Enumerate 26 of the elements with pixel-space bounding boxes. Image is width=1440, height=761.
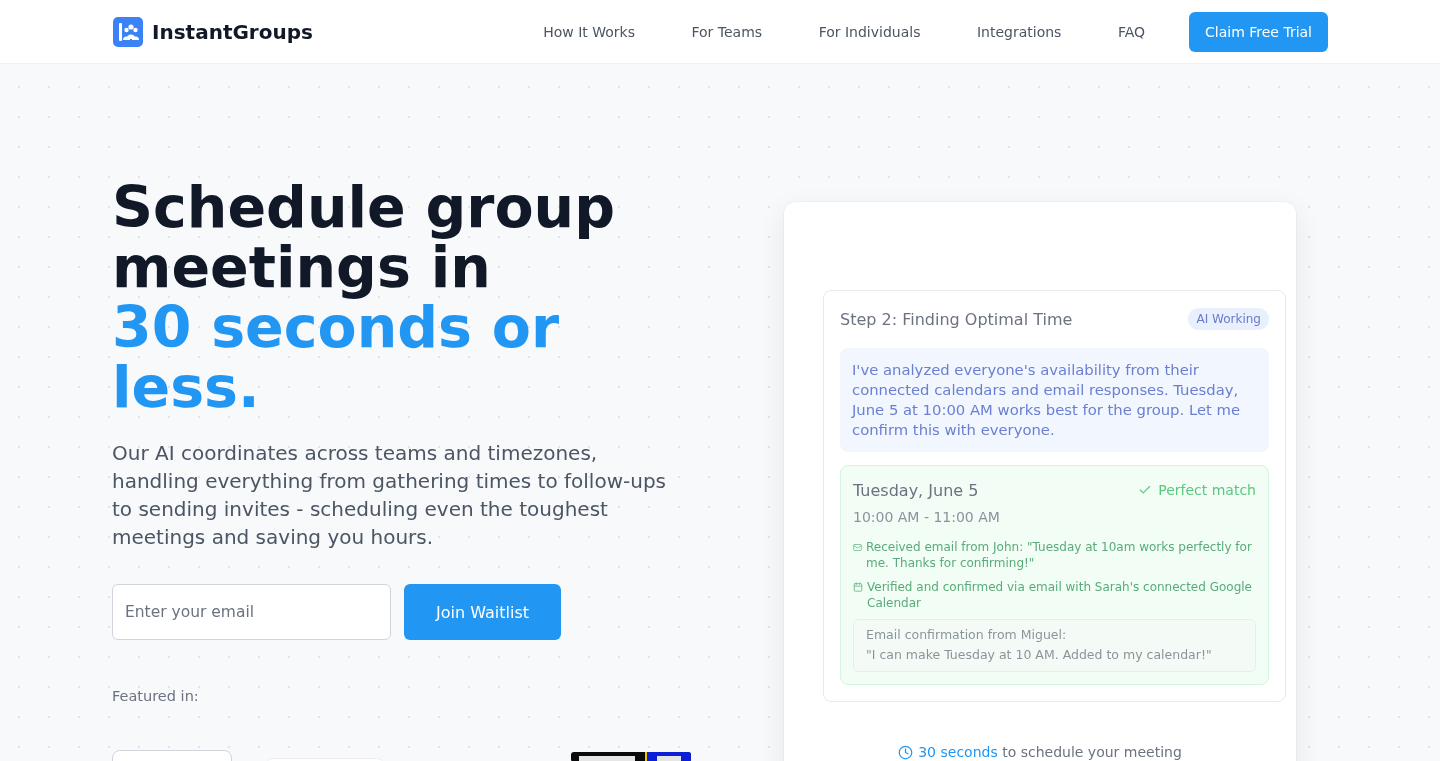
pending-quote: "I can make Tuesday at 10 AM. Added to my calendar!" xyxy=(866,646,1212,664)
match-date: Tuesday, June 5 xyxy=(853,480,979,500)
email-field[interactable]: Enter your email xyxy=(112,584,391,640)
hero-heading: Schedule group meetings in 30 seconds or less. xyxy=(112,177,616,417)
logo-icon xyxy=(113,16,143,47)
ai-message: I've analyzed everyone's availability from their connected calendars and email responses. Tuesday, June 5 at 10:00 AM works best for the group. Let me confirm this with everyone. xyxy=(840,348,1269,452)
pending-title: Email confirmation from Miguel: xyxy=(866,626,1067,644)
match-status: Perfect match xyxy=(1158,482,1256,498)
confirmation-text: Received email from John: "Tuesday at 10am works perfectly for me. Thanks for confirming!" xyxy=(866,539,1253,571)
nav-link[interactable]: For Individuals xyxy=(818,23,921,40)
schedule-time-note: 30 seconds to schedule your meeting xyxy=(918,744,1182,760)
nav-link[interactable]: FAQ xyxy=(1117,23,1145,40)
confirmation-text: Verified and confirmed via email with Sarah's connected Google Calendar xyxy=(867,579,1253,611)
featured-label: Featured in: xyxy=(112,688,199,704)
status-badge: AI Working xyxy=(1188,308,1269,330)
hero-description: Our AI coordinates across teams and timezones, handling everything from gathering times to follow-ups to sending invites - scheduling even the toughest meetings and saving you hours. xyxy=(112,440,668,551)
nav-link[interactable]: Integrations xyxy=(976,23,1062,40)
step-title: Step 2: Finding Optimal Time xyxy=(840,309,1073,329)
calendar-icon xyxy=(853,582,863,592)
mail-icon xyxy=(853,542,862,552)
nav-link[interactable]: For Teams xyxy=(691,23,763,40)
check-icon xyxy=(1138,483,1153,497)
match-time: 10:00 AM - 11:00 AM xyxy=(853,508,1001,527)
clock-icon xyxy=(898,744,914,760)
nav-link[interactable]: How It Works xyxy=(543,23,635,40)
brand-name: InstantGroups xyxy=(152,19,313,44)
